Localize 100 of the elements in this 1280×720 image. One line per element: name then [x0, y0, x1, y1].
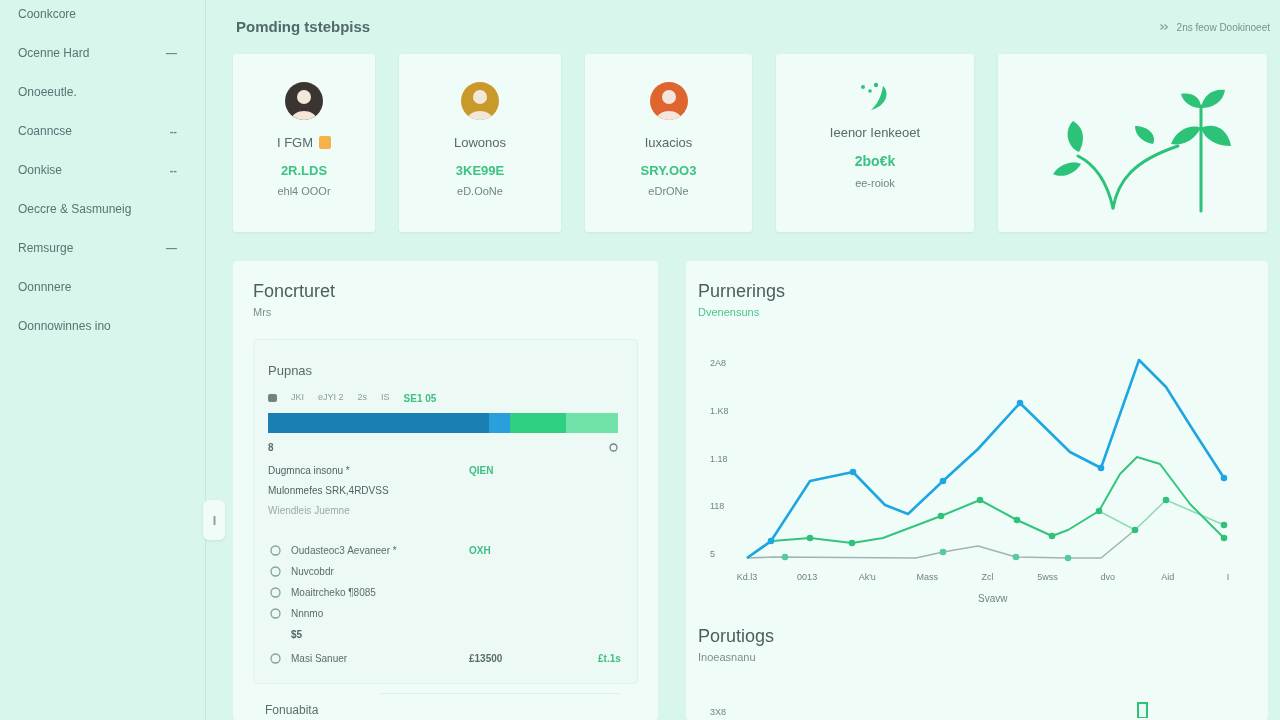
sidebar-item[interactable]: Coanncse — [18, 122, 73, 140]
data-point — [1013, 516, 1021, 524]
summary-text: Dugmnca insonu * — [268, 463, 351, 478]
data-point — [1220, 474, 1228, 482]
x-axis-label: I — [1225, 571, 1231, 584]
data-point — [1048, 532, 1056, 540]
x-axis-label: Mass — [915, 571, 940, 584]
panel-title: Foncrturet — [253, 280, 337, 303]
panel-subtitle: Mrs — [253, 305, 273, 319]
scale-start: 8 — [268, 440, 274, 455]
panel-subtitle: Inoeasnanu — [698, 650, 757, 664]
y-axis-label: 3X8 — [709, 706, 727, 718]
legend-label: 2s — [357, 391, 368, 405]
x-axis-label: Ak'u — [857, 571, 877, 584]
panel-subtitle: Dvenensuns — [698, 305, 761, 319]
ring-icon — [270, 566, 281, 577]
legend-label: IS — [381, 391, 390, 405]
list-item-label: Nuvcobdr — [291, 565, 335, 579]
data-point — [1064, 554, 1072, 562]
ring-icon — [270, 587, 281, 598]
list-item-label: Masi Sanuer — [291, 652, 349, 666]
double-chevron-icon — [1159, 24, 1168, 30]
data-point — [939, 548, 947, 556]
metric-name: Ieenor Ienkeoet — [829, 124, 921, 142]
x-axis-title: Svavw — [978, 592, 1009, 606]
page-title: Pomding tstebpiss — [235, 16, 371, 37]
sidebar-item[interactable]: Oeccre & Sasmuneig — [18, 200, 132, 218]
summary-value: QIEN — [469, 463, 494, 478]
data-point — [806, 534, 814, 542]
x-axis-label: Aid — [1160, 571, 1176, 584]
data-point — [781, 553, 789, 561]
expand-indicator: -- — [169, 125, 177, 137]
y-axis-label: 1.K8 — [710, 404, 730, 418]
data-point — [1095, 507, 1103, 515]
x-axis-label: 0013 — [796, 571, 819, 584]
ring-icon — [270, 545, 281, 556]
profile-note: eD.OoNe — [457, 184, 503, 199]
profile-value: 3KE99E — [455, 161, 505, 180]
data-point — [1097, 464, 1105, 472]
sidebar-item[interactable]: Ocenne Hard — [18, 44, 90, 62]
expand-indicator: — — [166, 242, 177, 254]
profile-note: eDrONe — [648, 184, 689, 199]
panel-title: Purnerings — [698, 280, 787, 303]
data-point — [848, 539, 856, 547]
metric-note: ee-roiok — [855, 175, 895, 191]
legend-label: JKI — [291, 391, 304, 405]
profile-value: 2R.LDS — [280, 161, 328, 180]
sidebar-item[interactable]: Remsurge — [18, 239, 74, 257]
profile-value: SRY.OO3 — [640, 161, 697, 180]
data-point — [1016, 399, 1024, 407]
section-title: Fonuabita — [264, 703, 320, 717]
ring-icon — [270, 653, 281, 664]
list-item-value: OXH — [469, 544, 491, 558]
data-point — [767, 537, 775, 545]
x-axis-label: dvo — [1099, 571, 1116, 584]
list-item-label: Nnnmo — [291, 607, 325, 621]
x-axis-label: 5wss — [1036, 571, 1059, 584]
sidebar-toggle-button[interactable] — [203, 500, 225, 540]
data-point — [937, 512, 945, 520]
data-point — [1162, 496, 1170, 504]
y-axis-label: 118 — [710, 500, 726, 514]
y-axis-label: 1.18 — [710, 452, 729, 466]
metric-value: 2bo€k — [854, 151, 896, 171]
list-item-label: Oudasteoc3 Aevaneer * — [291, 544, 398, 558]
sidebar-item[interactable]: Oonnnere — [18, 278, 72, 296]
summary-text: Wiendleis Juemne — [268, 503, 351, 518]
data-point — [849, 468, 857, 476]
profile-name: Lowonos — [453, 134, 506, 152]
ring-icon — [270, 608, 281, 619]
y-axis-label: 2A8 — [710, 357, 727, 370]
data-point — [1012, 553, 1020, 561]
data-point — [1131, 526, 1139, 534]
x-axis-label: Zcl — [980, 571, 995, 584]
profile-note: ehl4 OOOr — [277, 184, 331, 199]
breakdown-title: Pupnas — [268, 362, 314, 380]
header-meta: 2ns feow Dookinoeet — [1176, 20, 1270, 35]
legend-label: eJYI 2 — [318, 391, 344, 405]
list-item-label: Moaitrcheko ¶8085 — [291, 586, 377, 600]
data-point — [976, 496, 984, 504]
legend-swatch-icon — [268, 394, 277, 402]
data-point — [1220, 521, 1228, 529]
expand-indicator: -- — [169, 164, 177, 176]
grip-icon — [212, 515, 216, 525]
data-point — [1220, 534, 1228, 542]
sidebar-item[interactable]: Oonnowinnes ino — [18, 317, 111, 335]
y-axis-label: 5 — [710, 548, 716, 561]
legend-total: SE1 05 — [403, 391, 437, 406]
sidebar-item[interactable]: Coonkcore — [18, 5, 77, 23]
x-axis-label: Kd.l3 — [735, 571, 759, 584]
profile-name: Iuxacios — [644, 134, 693, 152]
data-point — [939, 477, 947, 485]
list-item-label: $5 — [291, 628, 304, 642]
profile-name: I FGM — [276, 134, 314, 152]
expand-indicator: — — [166, 47, 177, 59]
panel-title: Porutiogs — [698, 625, 776, 648]
scale-end-icon — [609, 442, 618, 452]
list-item-amount: £13500 — [469, 652, 503, 666]
sidebar-item[interactable]: Onoeeutle. — [18, 83, 77, 101]
sidebar-item[interactable]: Oonkise — [18, 161, 63, 179]
summary-text: Mulonmefes SRK,4RDVSS — [268, 483, 390, 498]
